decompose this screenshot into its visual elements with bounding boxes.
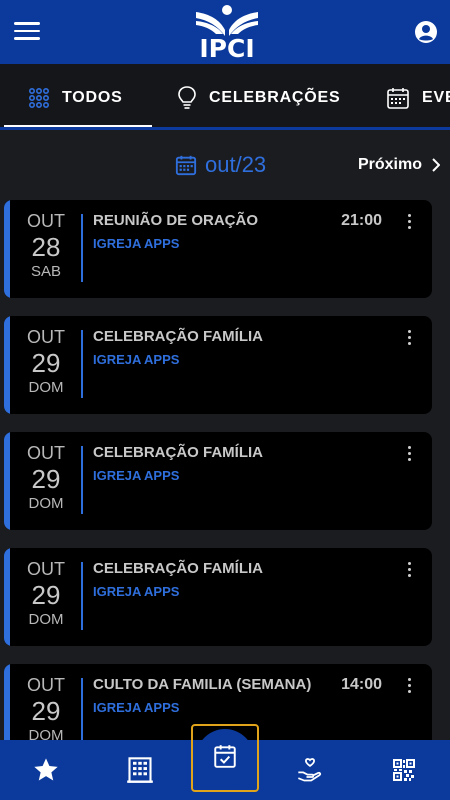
calendar-check-icon (212, 743, 238, 774)
card-divider (81, 678, 83, 746)
card-divider (81, 562, 83, 630)
active-tab-indicator (4, 125, 152, 127)
tab-eventos-label: EVENTOS (422, 88, 450, 106)
category-tabs: TODOS CELEBRAÇÕES EV (0, 64, 450, 130)
event-organization: IGREJA APPS (93, 236, 180, 251)
logo-emblem-icon (196, 5, 258, 36)
event-title: CELEBRAÇÃO FAMÍLIA (93, 444, 263, 461)
tab-celebracoes-label: CELEBRAÇÕES (209, 88, 341, 106)
event-day: 29 (31, 580, 61, 610)
event-month: OUT (27, 443, 65, 463)
event-month: OUT (27, 211, 65, 231)
more-vert-icon[interactable] (404, 330, 414, 350)
event-weekday: SAB (30, 263, 61, 280)
event-card[interactable]: OUT 28 SAB REUNIÃO DE ORAÇÃO IGREJA APPS… (4, 200, 432, 298)
event-day: 29 (31, 464, 61, 494)
hamburger-menu-icon[interactable] (14, 22, 40, 42)
event-card[interactable]: OUT 29 DOM CELEBRAÇÃO FAMÍLIA IGREJA APP… (4, 432, 432, 530)
event-day: 29 (31, 696, 61, 726)
account-circle-icon[interactable] (414, 20, 438, 44)
card-divider (81, 446, 83, 514)
event-organization: IGREJA APPS (93, 352, 180, 367)
event-weekday: DOM (28, 611, 64, 628)
event-card[interactable]: OUT 29 DOM CELEBRAÇÃO FAMÍLIA IGREJA APP… (4, 316, 432, 414)
card-accent (4, 316, 10, 414)
event-day: 28 (31, 232, 61, 262)
event-day: 29 (31, 348, 61, 378)
calendar-check-button[interactable] (196, 729, 254, 787)
event-title: REUNIÃO DE ORAÇÃO (93, 212, 259, 229)
event-month: OUT (27, 327, 65, 347)
chevron-right-icon (432, 158, 440, 172)
event-date: OUT 29 DOM (20, 326, 72, 398)
event-weekday: DOM (28, 379, 64, 396)
hand-heart-icon[interactable] (292, 752, 328, 788)
app-screen: IPCI TODOS CELEBRAÇÕES EV out/23 Próximo… (0, 0, 450, 800)
event-month: OUT (27, 559, 65, 579)
card-accent (4, 548, 10, 646)
event-time: 21:00 (341, 212, 382, 229)
card-divider (81, 330, 83, 398)
qr-code-icon[interactable] (386, 752, 422, 788)
card-accent (4, 432, 10, 530)
card-accent (4, 200, 10, 298)
event-title: CULTO DA FAMILIA (SEMANA) (93, 676, 312, 693)
event-date: OUT 28 SAB (20, 210, 72, 282)
grid-dots-icon (28, 87, 50, 109)
tab-celebracoes[interactable]: CELEBRAÇÕES (177, 68, 340, 127)
event-title: CELEBRAÇÃO FAMÍLIA (93, 328, 263, 345)
star-icon[interactable] (28, 752, 64, 788)
calendar-icon (386, 86, 410, 110)
event-month: OUT (27, 675, 65, 695)
more-vert-icon[interactable] (404, 446, 414, 466)
lightbulb-icon (177, 85, 197, 111)
event-weekday: DOM (28, 495, 64, 512)
event-title: CELEBRAÇÃO FAMÍLIA (93, 560, 263, 577)
event-organization: IGREJA APPS (93, 700, 180, 715)
tab-todos[interactable]: TODOS (28, 68, 123, 127)
app-logo: IPCI (192, 4, 262, 63)
logo-text: IPCI (199, 34, 255, 63)
event-date: OUT 29 DOM (20, 558, 72, 630)
calendar-month-icon (175, 154, 197, 176)
more-vert-icon[interactable] (404, 214, 414, 234)
current-month: out/23 (175, 152, 266, 178)
top-app-bar: IPCI (0, 0, 450, 64)
next-month-button[interactable]: Próximo (358, 156, 440, 174)
event-organization: IGREJA APPS (93, 468, 180, 483)
tab-todos-label: TODOS (62, 88, 123, 106)
next-month-label: Próximo (357, 156, 422, 173)
event-date: OUT 29 DOM (20, 674, 72, 746)
event-date: OUT 29 DOM (20, 442, 72, 514)
card-divider (81, 214, 83, 282)
current-month-label: out/23 (205, 152, 267, 177)
building-icon[interactable] (122, 752, 158, 788)
event-time: 14:00 (341, 676, 382, 693)
more-vert-icon[interactable] (404, 678, 414, 698)
event-organization: IGREJA APPS (93, 584, 180, 599)
more-vert-icon[interactable] (404, 562, 414, 582)
event-card[interactable]: OUT 29 DOM CELEBRAÇÃO FAMÍLIA IGREJA APP… (4, 548, 432, 646)
tab-eventos[interactable]: EVENTOS (386, 68, 450, 127)
